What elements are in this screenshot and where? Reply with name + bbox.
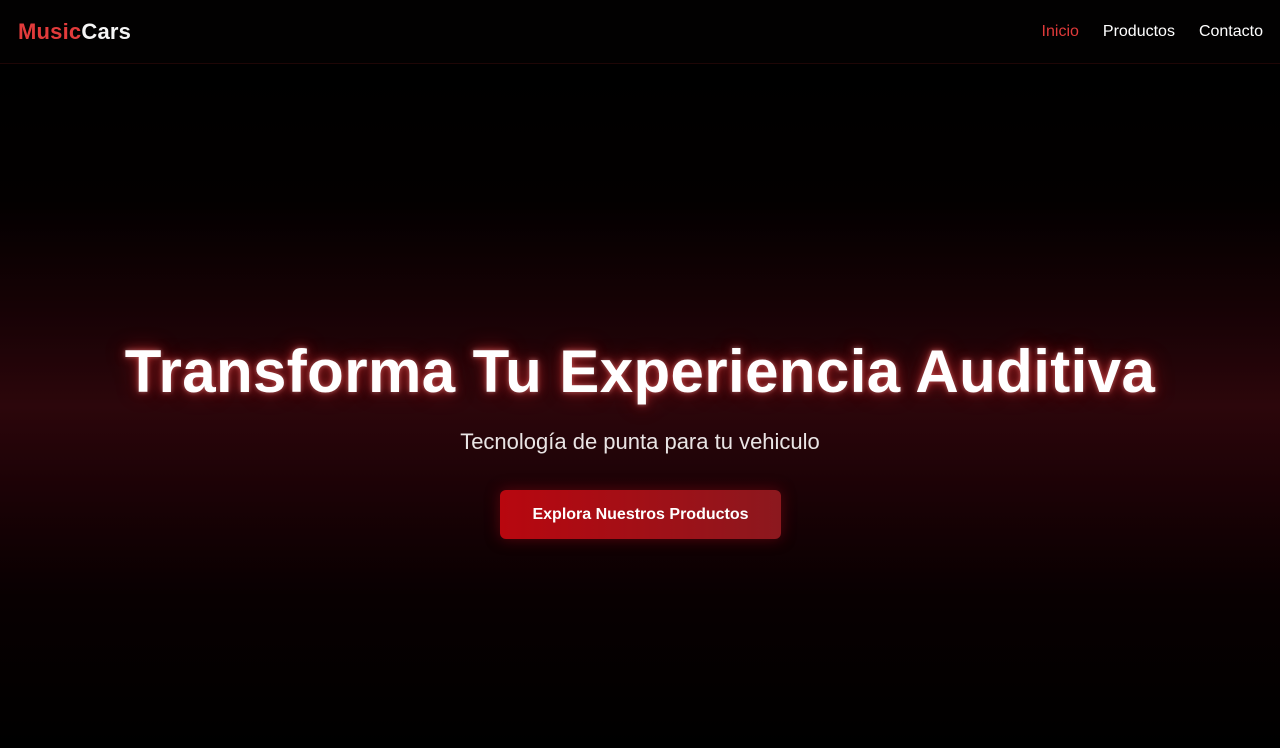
hero-subtitle: Tecnología de punta para tu vehiculo bbox=[460, 429, 820, 454]
nav-link-productos[interactable]: Productos bbox=[1103, 23, 1175, 41]
nav-link-contacto[interactable]: Contacto bbox=[1199, 23, 1263, 41]
hero-section: Transforma Tu Experiencia Auditiva Tecno… bbox=[0, 64, 1280, 748]
nav-link-inicio[interactable]: Inicio bbox=[1042, 23, 1079, 41]
hero-title: Transforma Tu Experiencia Auditiva bbox=[124, 338, 1156, 405]
brand-name-cars: Cars bbox=[81, 19, 132, 44]
main-nav: Inicio Productos Contacto bbox=[1042, 23, 1263, 41]
brand-name-music: Music bbox=[18, 19, 82, 44]
explore-products-button[interactable]: Explora Nuestros Productos bbox=[500, 490, 781, 539]
brand-logo[interactable]: MusicCars bbox=[18, 19, 131, 45]
site-header: MusicCars Inicio Productos Contacto bbox=[0, 0, 1280, 64]
